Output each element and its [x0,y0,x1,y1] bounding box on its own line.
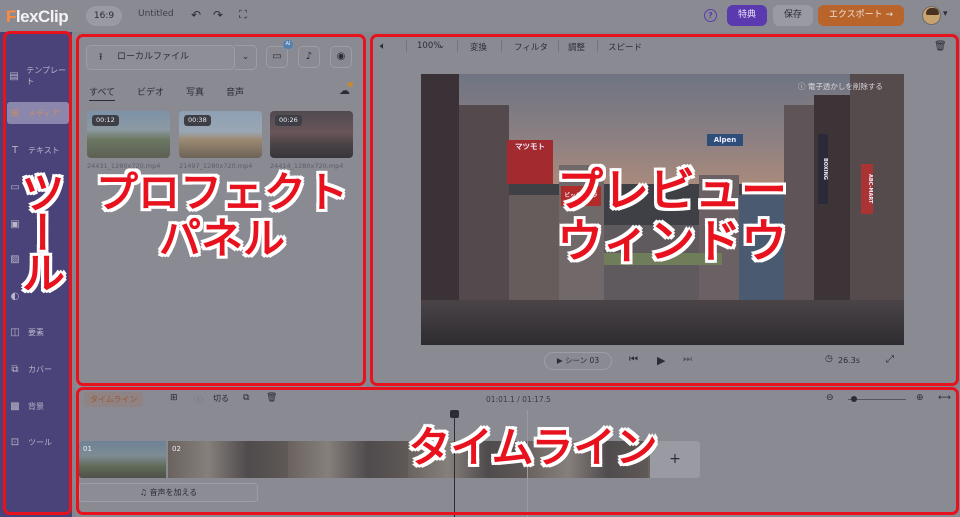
redo-icon[interactable]: ↷ [213,8,223,22]
overlay-label-preview-window: プレビュー ウィンドウ [557,163,787,268]
user-avatar[interactable] [922,6,941,25]
fullscreen-icon[interactable]: ⛶ [239,8,247,22]
save-button[interactable]: 保存 [773,5,813,26]
overlay-label-project-panel: プロフェクト パネル [95,168,348,264]
overlay-label-tools: ツール [13,170,64,290]
app-root: FlexClip 16:9 Untitled ↶ ↷ ⛶ ? 特典 保存 エクス… [0,0,960,517]
help-icon[interactable]: ? [704,9,717,22]
special-offer-button[interactable]: 特典 [727,5,767,26]
top-bar: FlexClip 16:9 Untitled ↶ ↷ ⛶ ? 特典 保存 エクス… [0,0,960,32]
export-button[interactable]: エクスポート → [818,5,904,26]
project-title[interactable]: Untitled [138,9,174,19]
flexclip-logo[interactable]: FlexClip [6,7,69,27]
aspect-ratio-button[interactable]: 16:9 [86,6,122,26]
undo-icon[interactable]: ↶ [191,8,201,22]
chevron-down-icon[interactable]: ▾ [943,9,948,19]
overlay-label-timeline: タイムライン [408,423,658,472]
